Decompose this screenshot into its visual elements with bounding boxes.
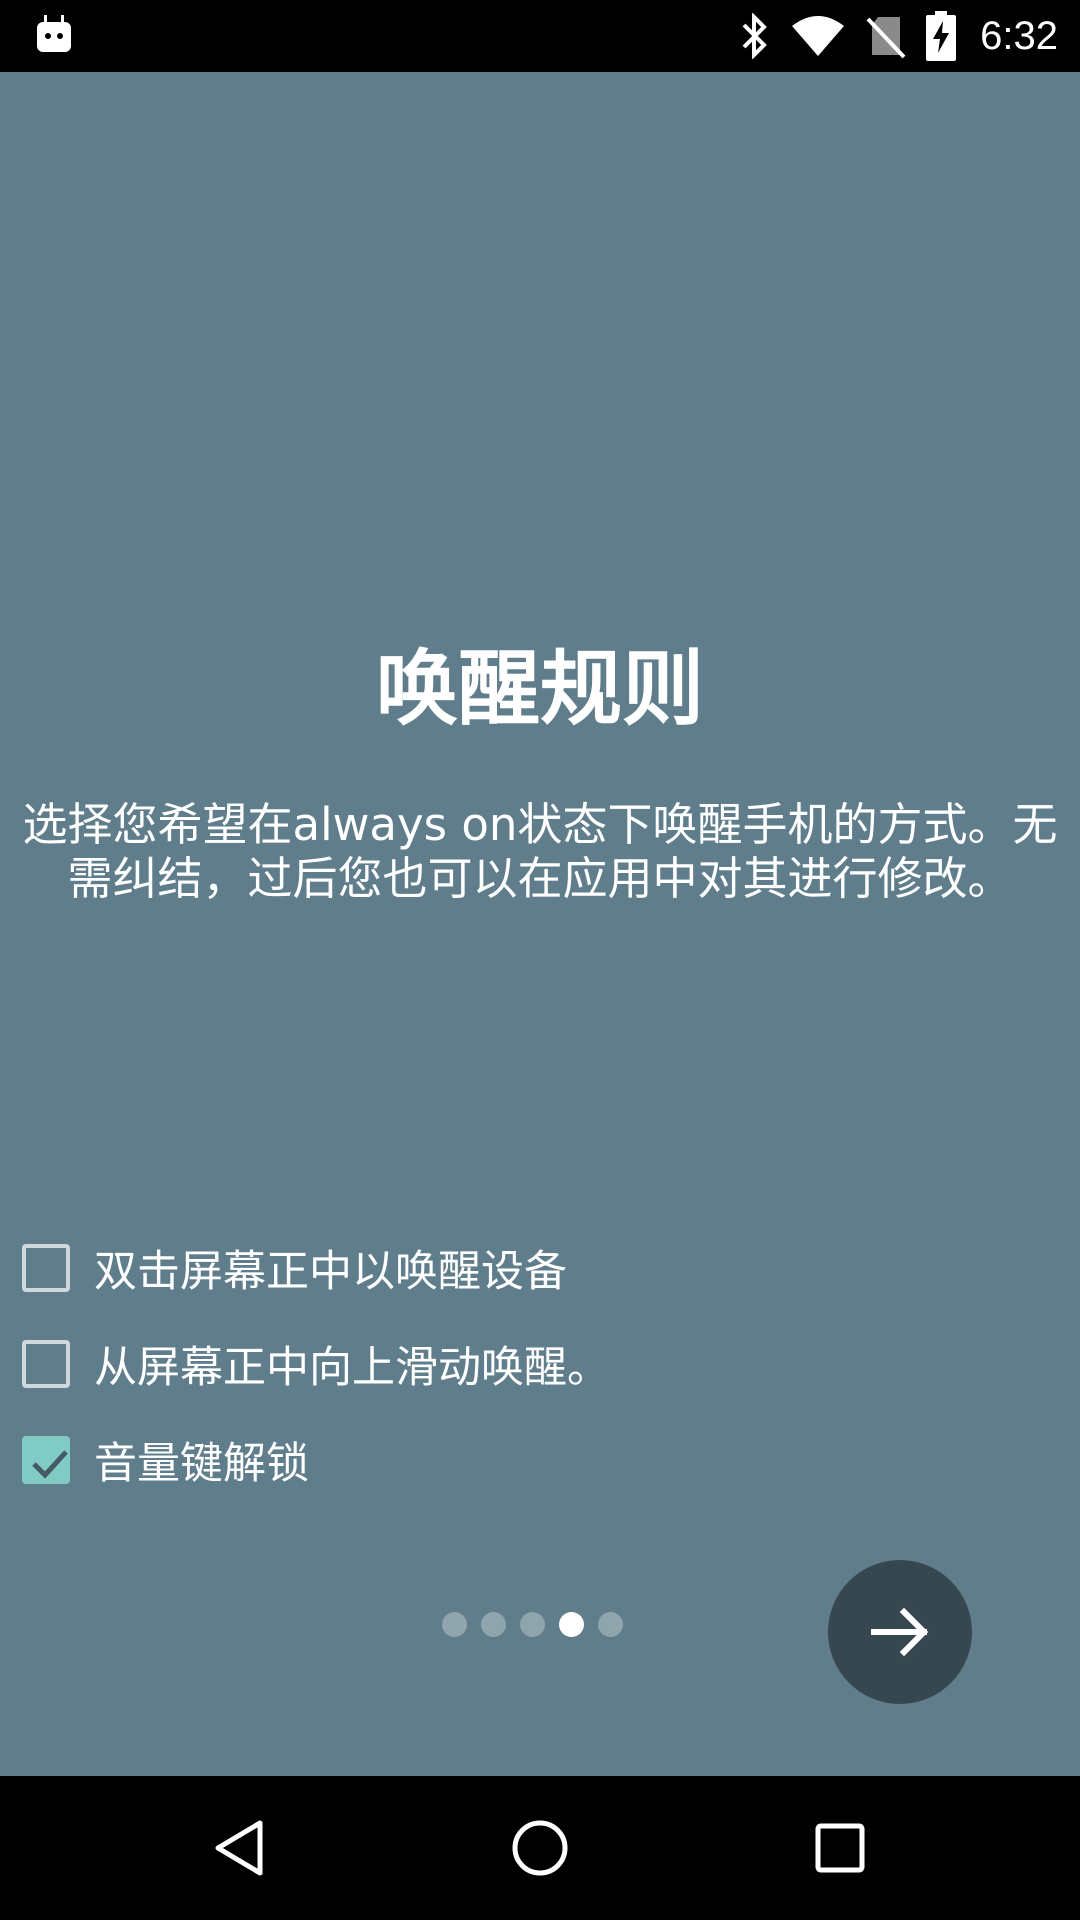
navigation-bar [0, 1776, 1080, 1920]
option-label: 双击屏幕正中以唤醒设备 [94, 1247, 567, 1297]
checkmark-icon [32, 1450, 68, 1479]
home-icon [512, 1820, 568, 1876]
clock-time: 6:32 [980, 13, 1058, 58]
option-label: 音量键解锁 [94, 1439, 309, 1489]
page-dot-3 [520, 1612, 545, 1637]
page-title: 唤醒规则 [375, 642, 704, 737]
android-debug-icon [37, 15, 71, 52]
wifi-icon [792, 16, 845, 56]
page-dot-1 [442, 1612, 467, 1637]
checkbox-double-tap-wake[interactable] [22, 1244, 70, 1292]
arrow-right-icon [871, 1607, 929, 1657]
bluetooth-icon [742, 13, 767, 59]
home-button[interactable] [460, 1776, 620, 1920]
page-dot-2 [481, 1612, 506, 1637]
wake-options-list: 双击屏幕正中以唤醒设备 从屏幕正中向上滑动唤醒。 音量键解锁 [20, 1220, 610, 1508]
option-label: 从屏幕正中向上滑动唤醒。 [94, 1343, 610, 1393]
option-swipe-up-wake[interactable]: 从屏幕正中向上滑动唤醒。 [20, 1316, 610, 1412]
status-bar: 6:32 [0, 0, 1080, 72]
option-volume-key-unlock[interactable]: 音量键解锁 [20, 1412, 610, 1508]
next-button[interactable] [828, 1560, 972, 1704]
page-indicator [442, 1612, 623, 1637]
page-dot-4-active [559, 1612, 584, 1637]
no-sim-icon [866, 17, 906, 59]
checkbox-swipe-up-wake[interactable] [22, 1340, 70, 1388]
checkbox-volume-key-unlock[interactable] [22, 1436, 70, 1484]
onboarding-page: 唤醒规则 选择您希望在always on状态下唤醒手机的方式。无需纠结，过后您也… [0, 72, 1080, 1776]
page-description: 选择您希望在always on状态下唤醒手机的方式。无需纠结，过后您也可以在应用… [22, 798, 1058, 905]
recents-icon [815, 1823, 865, 1873]
option-double-tap-wake[interactable]: 双击屏幕正中以唤醒设备 [20, 1220, 610, 1316]
recents-button[interactable] [760, 1776, 920, 1920]
back-icon [215, 1820, 263, 1876]
battery-charging-icon [926, 11, 957, 61]
back-button[interactable] [160, 1776, 320, 1920]
page-dot-5 [598, 1612, 623, 1637]
